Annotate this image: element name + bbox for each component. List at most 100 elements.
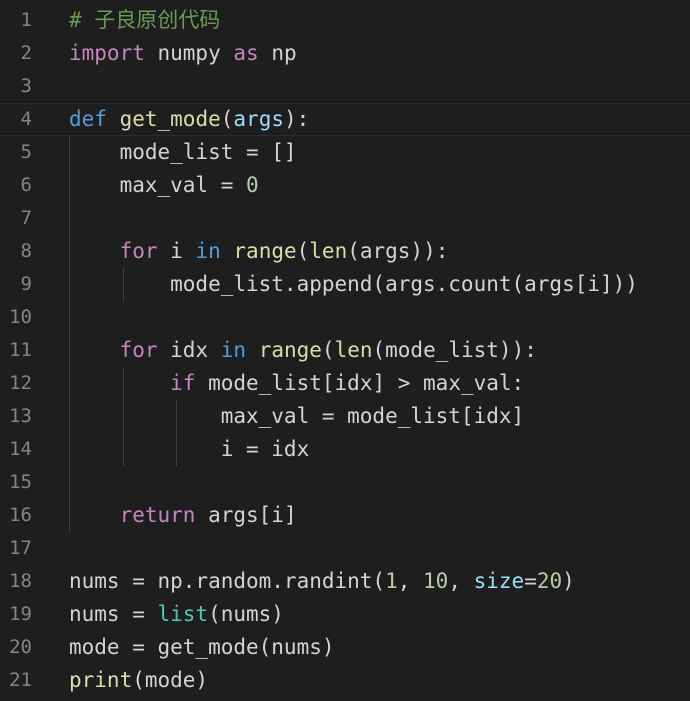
code-token: nums = bbox=[69, 602, 158, 626]
code-line[interactable]: 19 nums = list(nums) bbox=[0, 598, 690, 631]
code-text: nums = list(nums) bbox=[69, 598, 284, 631]
code-line[interactable]: 12 if mode_list[idx] > max_val: bbox=[0, 367, 690, 400]
line-number: 6 bbox=[20, 174, 32, 196]
line-number: 13 bbox=[9, 405, 32, 427]
code-editor[interactable]: 1 # 子良原创代码 2 import numpy as np 3 4 def get_mo… bbox=[0, 0, 690, 701]
code-token: mode_list = [] bbox=[69, 140, 297, 164]
code-token: max_val = mode_list[idx] bbox=[69, 404, 525, 428]
code-line[interactable]: 3 bbox=[0, 70, 690, 103]
code-line[interactable]: 11 for idx in range(len(mode_list)): bbox=[0, 334, 690, 367]
code-line[interactable]: 9 mode_list.append(args.count(args[i])) bbox=[0, 268, 690, 301]
code-token: 1 bbox=[385, 569, 398, 593]
code-token: , bbox=[448, 569, 474, 593]
line-number: 9 bbox=[20, 273, 32, 295]
code-token: max_val = bbox=[69, 173, 247, 197]
code-line[interactable]: 16 return args[i] bbox=[0, 499, 690, 532]
code-token: 10 bbox=[423, 569, 449, 593]
code-token: mode = get_mode(nums) bbox=[69, 635, 335, 659]
code-token: ) bbox=[562, 569, 575, 593]
line-number: 20 bbox=[9, 636, 32, 658]
code-token: ( bbox=[321, 338, 335, 362]
code-line[interactable]: 13 max_val = mode_list[idx] bbox=[0, 400, 690, 433]
line-number: 11 bbox=[9, 339, 32, 361]
code-token: 20 bbox=[536, 569, 563, 593]
line-number: 4 bbox=[20, 108, 32, 130]
code-token: idx bbox=[157, 338, 221, 362]
line-number: 16 bbox=[9, 504, 32, 526]
code-text: mode = get_mode(nums) bbox=[69, 631, 335, 664]
code-line[interactable]: 5 mode_list = [] bbox=[0, 136, 690, 169]
code-token: get_mode bbox=[119, 107, 221, 131]
code-text: max_val = mode_list[idx] bbox=[69, 400, 524, 433]
code-token: (mode_list)): bbox=[372, 338, 537, 362]
code-token: = bbox=[524, 569, 537, 593]
code-token: , bbox=[397, 569, 424, 593]
code-text: # 子良原创代码 bbox=[69, 4, 220, 37]
code-line[interactable]: 7 bbox=[0, 202, 690, 235]
code-line[interactable]: 6 max_val = 0 bbox=[0, 169, 690, 202]
code-token: import bbox=[69, 41, 145, 65]
code-token: range bbox=[233, 239, 297, 263]
code-text: for i in range(len(args)): bbox=[69, 235, 449, 268]
code-token: mode_list[idx] > max_val: bbox=[195, 371, 525, 395]
line-number: 2 bbox=[20, 42, 32, 64]
code-line[interactable]: 1 # 子良原创代码 bbox=[0, 4, 690, 37]
line-number: 21 bbox=[9, 669, 32, 691]
code-line[interactable]: 18 nums = np.random.randint(1, 10, size=2… bbox=[0, 565, 690, 598]
code-token: as bbox=[233, 41, 259, 65]
code-token: (args)): bbox=[347, 239, 449, 263]
code-token: ( bbox=[296, 239, 310, 263]
line-number: 14 bbox=[9, 438, 32, 460]
code-text: import numpy as np bbox=[69, 37, 297, 70]
code-token: in bbox=[195, 239, 221, 263]
code-token: 0 bbox=[246, 173, 259, 197]
code-token: range bbox=[258, 338, 322, 362]
code-token: args[i] bbox=[195, 503, 297, 527]
line-number: 17 bbox=[9, 537, 32, 559]
line-number: 1 bbox=[20, 9, 32, 31]
code-text: return args[i] bbox=[69, 499, 297, 532]
code-line[interactable]: 21 print(mode) bbox=[0, 664, 690, 697]
code-token: np bbox=[258, 41, 297, 65]
code-line[interactable]: 10 bbox=[0, 301, 690, 334]
line-number: 10 bbox=[9, 306, 32, 328]
code-line[interactable]: 4 def get_mode(args): bbox=[0, 103, 690, 136]
code-token: size bbox=[473, 569, 525, 593]
code-line[interactable]: 8 for i in range(len(args)): bbox=[0, 235, 690, 268]
code-text: i = idx bbox=[69, 433, 310, 466]
code-text: for idx in range(len(mode_list)): bbox=[69, 334, 537, 367]
code-line[interactable]: 2 import numpy as np bbox=[0, 37, 690, 70]
line-number: 8 bbox=[20, 240, 32, 262]
code-line[interactable]: 17 bbox=[0, 532, 690, 565]
code-token: i = idx bbox=[69, 437, 310, 461]
code-token: # 子良原创代码 bbox=[69, 8, 221, 32]
code-token: args bbox=[233, 107, 284, 131]
line-number: 5 bbox=[20, 141, 32, 163]
line-number: 18 bbox=[9, 570, 32, 592]
line-number: 3 bbox=[20, 75, 32, 97]
line-number: 19 bbox=[9, 603, 32, 625]
code-text: max_val = 0 bbox=[69, 169, 259, 202]
code-token: (mode) bbox=[132, 668, 209, 692]
code-text: mode_list = [] bbox=[69, 136, 297, 169]
code-token: ): bbox=[283, 107, 310, 131]
code-line[interactable]: 14 i = idx bbox=[0, 433, 690, 466]
code-text: if mode_list[idx] > max_val: bbox=[69, 367, 524, 400]
code-token: for bbox=[119, 338, 158, 362]
line-number: 7 bbox=[20, 207, 32, 229]
code-text: print(mode) bbox=[69, 664, 208, 697]
code-token: mode_list.append(args.count(args[i])) bbox=[69, 272, 638, 296]
code-token: i bbox=[157, 239, 196, 263]
code-token: ( bbox=[220, 107, 234, 131]
code-token: return bbox=[119, 503, 196, 527]
line-number: 12 bbox=[9, 372, 32, 394]
code-line[interactable]: 20 mode = get_mode(nums) bbox=[0, 631, 690, 664]
line-number: 15 bbox=[9, 471, 32, 493]
code-line[interactable]: 15 bbox=[0, 466, 690, 499]
